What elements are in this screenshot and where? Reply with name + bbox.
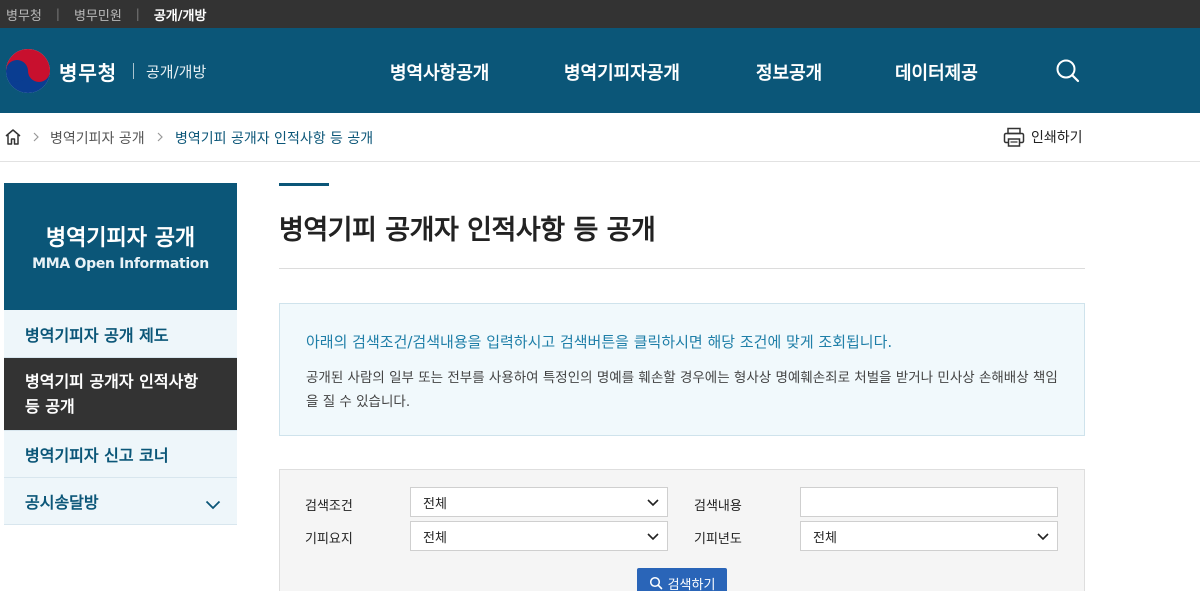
print-label: 인쇄하기: [1031, 130, 1083, 146]
print-button[interactable]: 인쇄하기: [1003, 125, 1083, 149]
home-icon[interactable]: [4, 128, 22, 146]
chevron-right-icon: [31, 128, 43, 146]
chevron-down-icon: [1037, 533, 1049, 541]
breadcrumb: 병역기피자 공개 병역기피 공개자 인적사항 등 공개 인쇄하기: [0, 113, 1200, 162]
sidebar-subtitle: MMA Open Information: [32, 256, 209, 272]
search-icon[interactable]: [1053, 56, 1083, 86]
search-submit-button[interactable]: 검색하기: [637, 568, 727, 591]
sidebar-title: 병역기피자 공개: [45, 226, 196, 251]
utility-bar: 병무청 | 병무민원 | 공개/개방: [0, 0, 1200, 28]
breadcrumb-item[interactable]: 병역기피자 공개: [50, 128, 145, 148]
brand-divider: [133, 63, 134, 79]
sidebar-item-report-corner[interactable]: 병역기피자 신고 코너: [4, 431, 237, 478]
search-form: 검색조건 전체 검색내용 기피요지 전체 기피년도 전체 검색하기: [279, 469, 1085, 591]
year-label: 기피년도: [694, 532, 742, 547]
notice-instruction: 아래의 검색조건/검색내용을 입력하시고 검색버튼을 클릭하시면 해당 조건에 …: [306, 333, 893, 351]
condition-select-value: 전체: [423, 496, 447, 512]
year-select[interactable]: 전체: [800, 521, 1058, 551]
site-header: 병무청 공개/개방 병역사항공개 병역기피자공개 정보공개 데이터제공: [0, 28, 1200, 113]
year-select-value: 전체: [813, 530, 837, 546]
sidebar-item-public-notice[interactable]: 공시송달방: [4, 478, 237, 525]
chevron-down-icon[interactable]: [205, 495, 221, 510]
util-link-civil[interactable]: 병무민원: [74, 5, 122, 24]
notice-box: 아래의 검색조건/검색내용을 입력하시고 검색버튼을 클릭하시면 해당 조건에 …: [279, 303, 1085, 436]
util-separator: |: [55, 7, 60, 21]
chevron-down-icon: [647, 533, 659, 541]
brand-name[interactable]: 병무청: [59, 57, 117, 86]
util-link-open[interactable]: 공개/개방: [154, 5, 207, 24]
nav-evader-disclosure[interactable]: 병역기피자공개: [564, 59, 680, 85]
nav-military-service-disclosure[interactable]: 병역사항공개: [390, 59, 489, 85]
util-link-mma[interactable]: 병무청: [6, 5, 42, 24]
search-icon: [649, 576, 662, 590]
sidebar-header: 병역기피자 공개 MMA Open Information: [4, 183, 237, 310]
sidebar-item-personal-info[interactable]: 병역기피 공개자 인적사항 등 공개: [4, 358, 237, 431]
mma-emblem-logo[interactable]: [6, 49, 50, 93]
condition-select[interactable]: 전체: [410, 487, 668, 517]
brand-subtitle[interactable]: 공개/개방: [146, 61, 206, 82]
search-submit-label: 검색하기: [667, 576, 716, 591]
chevron-right-icon: [155, 128, 167, 146]
title-divider: [279, 268, 1085, 269]
keyword-input[interactable]: [800, 487, 1058, 517]
printer-icon: [1003, 127, 1025, 147]
nav-information-disclosure[interactable]: 정보공개: [756, 59, 822, 85]
condition-label: 검색조건: [305, 499, 353, 514]
reason-label: 기피요지: [305, 532, 353, 547]
keyword-label: 검색내용: [694, 499, 742, 514]
notice-warning: 공개된 사람의 일부 또는 전부를 사용하여 특정인의 명예를 훼손할 경우에는…: [306, 370, 1058, 410]
reason-select-value: 전체: [423, 530, 447, 546]
page-title: 병역기피 공개자 인적사항 등 공개: [279, 215, 656, 246]
util-separator: |: [135, 7, 140, 21]
sidebar-item-system[interactable]: 병역기피자 공개 제도: [4, 310, 237, 358]
nav-data-provision[interactable]: 데이터제공: [895, 59, 978, 85]
reason-select[interactable]: 전체: [410, 521, 668, 551]
chevron-down-icon: [647, 499, 659, 507]
title-accent-bar: [279, 183, 329, 186]
sidebar-item-label: 공시송달방: [25, 493, 99, 512]
breadcrumb-current[interactable]: 병역기피 공개자 인적사항 등 공개: [175, 128, 373, 148]
